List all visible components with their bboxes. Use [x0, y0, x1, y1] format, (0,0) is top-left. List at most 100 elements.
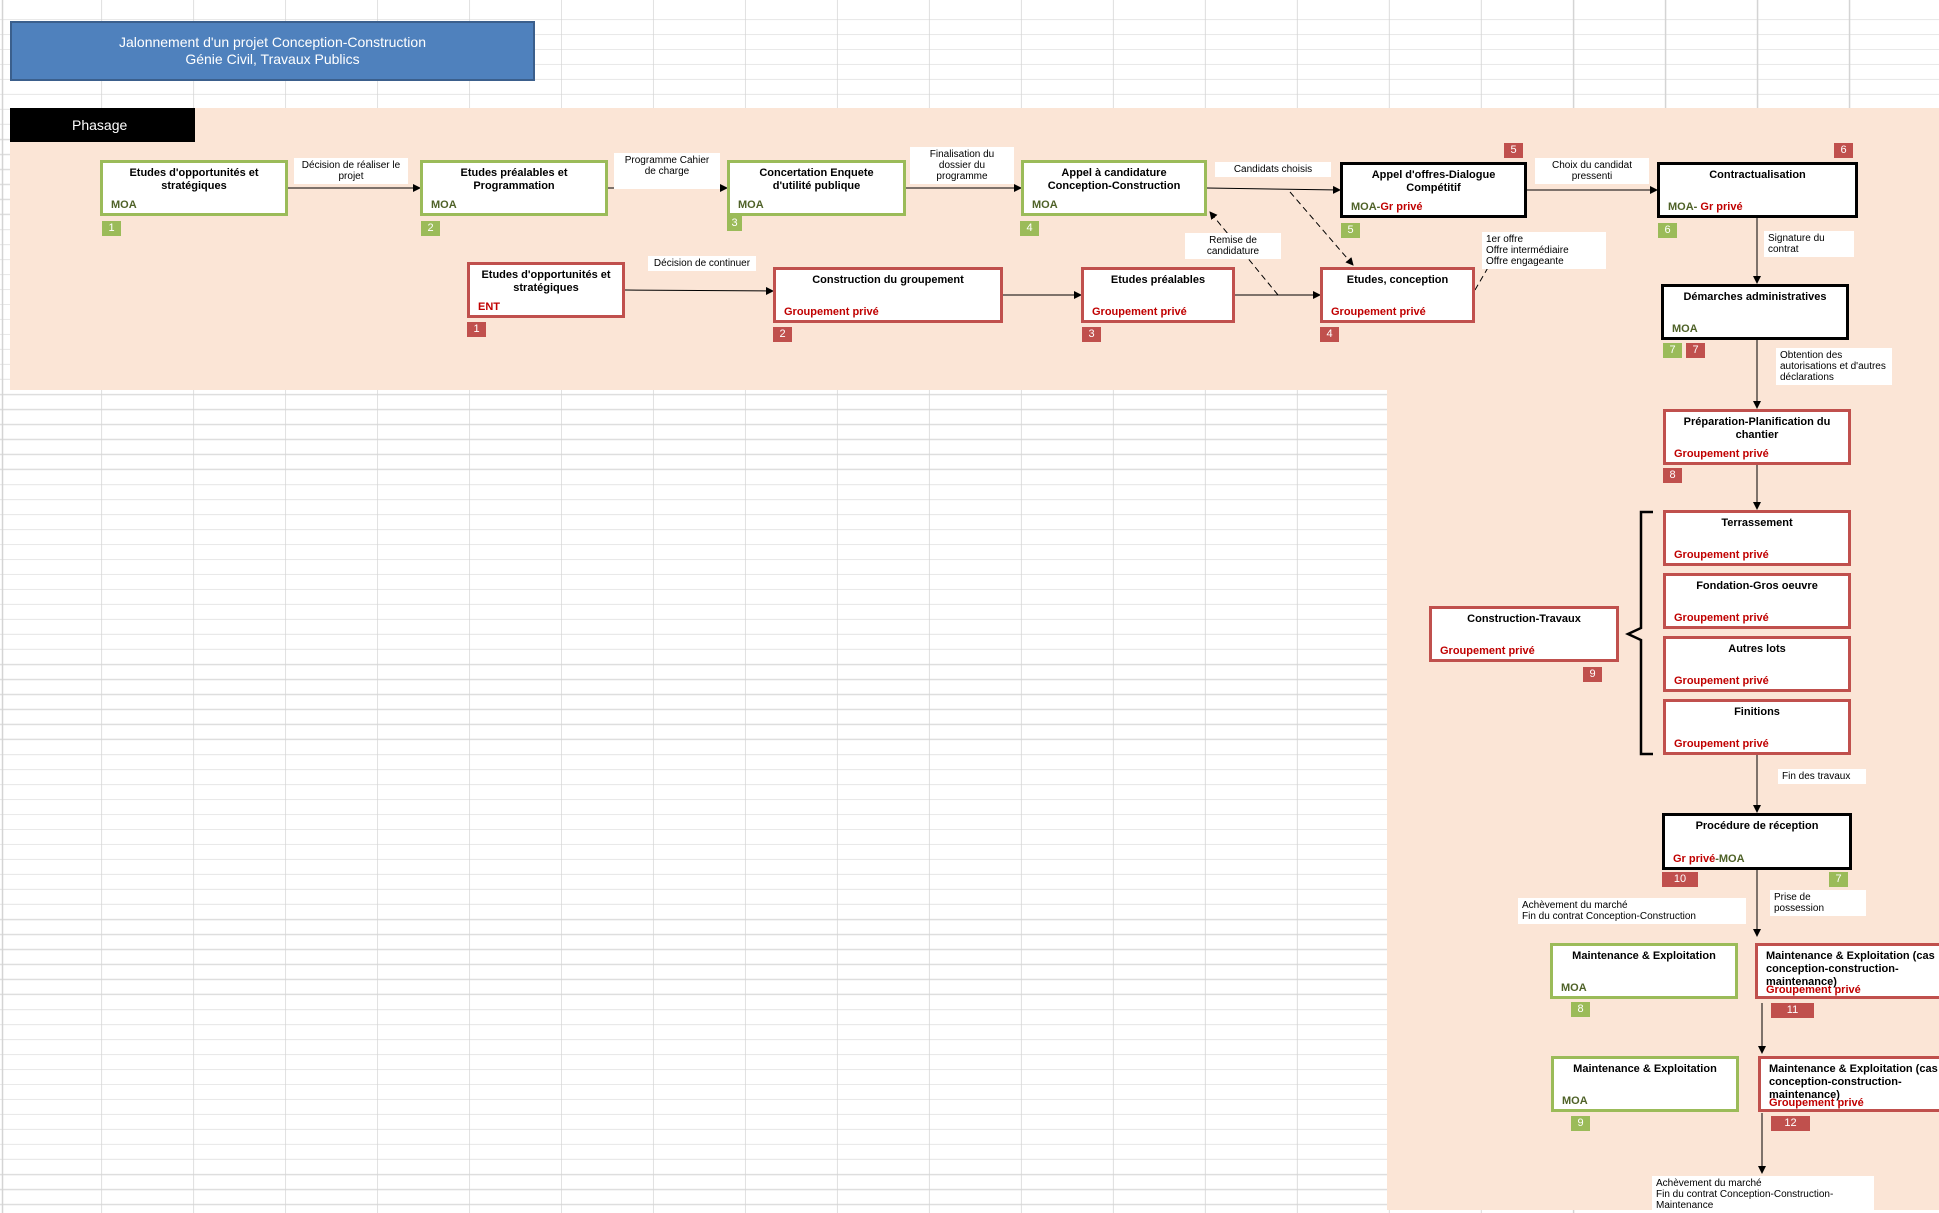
- box-preparation: Préparation-Planification du chantier Gr…: [1663, 409, 1851, 465]
- box-ent-4-title: Etudes, conception: [1346, 274, 1449, 286]
- box-ent-2: Construction du groupement Groupement pr…: [773, 267, 1003, 323]
- box-top-3: Concertation Enquete d'utilité publique …: [727, 160, 906, 216]
- label-finalisation: Finalisation du dossier du programme: [910, 147, 1014, 184]
- step-number: 5: [1341, 223, 1360, 238]
- box-preparation-title: Préparation-Planification du chantier: [1683, 416, 1831, 441]
- box-autres-lots-title: Autres lots: [1728, 643, 1786, 655]
- label-offres: 1er offre Offre intermédiaire Offre enga…: [1482, 232, 1606, 269]
- box-ent-3-title: Etudes préalables: [1110, 274, 1206, 286]
- box-fondation-title: Fondation-Gros oeuvre: [1696, 580, 1818, 592]
- label-continuer: Décision de continuer: [648, 256, 756, 271]
- step-number-private: 5: [1504, 143, 1523, 158]
- box-finitions: Finitions Groupement privé: [1663, 699, 1851, 755]
- label-achevement-2-line-2: Fin du contrat Conception-Construction-: [1656, 1189, 1834, 1200]
- box-ent-2-owner: Groupement privé: [784, 306, 879, 318]
- box-top-3-title: Concertation Enquete d'utilité publique: [759, 167, 874, 192]
- label-offres-line-1: 1er offre: [1486, 234, 1524, 245]
- owner-private: Gr privé: [1697, 201, 1743, 213]
- box-terrassement-title: Terrassement: [1721, 517, 1793, 529]
- box-top-4-title: Appel à candidature Conception-Construct…: [1047, 167, 1181, 192]
- label-achevement-2-line-3: Maintenance: [1656, 1200, 1714, 1211]
- box-ent-4: Etudes, conception Groupement privé: [1320, 267, 1475, 323]
- box-maintenance-2: Maintenance & Exploitation MOA: [1551, 1056, 1739, 1112]
- label-programme: Programme Cahier de charge: [614, 153, 720, 189]
- arrow-4-5: [1206, 185, 1341, 194]
- box-demarches-title: Démarches administratives: [1683, 291, 1827, 303]
- step-number: 10: [1662, 872, 1698, 887]
- box-fondation: Fondation-Gros oeuvre Groupement privé: [1663, 573, 1851, 629]
- label-decision: Décision de réaliser le projet: [294, 158, 408, 184]
- step-number: 1: [102, 221, 121, 236]
- box-top-1-owner: MOA: [111, 199, 137, 211]
- label-achevement-2: Achèvement du marché Fin du contrat Conc…: [1652, 1176, 1874, 1213]
- box-ent-2-title: Construction du groupement: [812, 274, 964, 286]
- step-number: 9: [1583, 667, 1602, 682]
- step-number: 3: [1082, 327, 1101, 342]
- step-number: 3: [727, 216, 742, 231]
- box-top-4-owner: MOA: [1032, 199, 1058, 211]
- box-reception-owner: Gr privé-MOA: [1673, 853, 1745, 866]
- box-finitions-owner: Groupement privé: [1674, 738, 1769, 750]
- box-reception-title: Procédure de réception: [1695, 820, 1819, 832]
- owner-moa: -MOA: [1715, 853, 1745, 865]
- arrow-e1-e2: [624, 286, 774, 295]
- step-number: 9: [1571, 1116, 1590, 1131]
- box-top-3-owner: MOA: [738, 199, 764, 211]
- box-maintenance-1-title: Maintenance & Exploitation: [1572, 950, 1716, 962]
- box-maintenance-1: Maintenance & Exploitation MOA: [1550, 943, 1738, 999]
- owner-moa: MOA-: [1668, 201, 1698, 213]
- box-demarches: Démarches administratives MOA: [1661, 284, 1849, 340]
- label-fin-travaux: Fin des travaux: [1778, 769, 1866, 784]
- step-number: 2: [421, 221, 440, 236]
- box-top-5-owner: MOA-Gr privé: [1351, 201, 1423, 214]
- box-maintenance-2b-owner: Groupement privé: [1769, 1097, 1864, 1109]
- label-offres-line-2: Offre intermédiaire: [1486, 245, 1569, 256]
- step-number-moa: 7: [1829, 872, 1848, 887]
- box-autres-lots: Autres lots Groupement privé: [1663, 636, 1851, 692]
- box-top-2-owner: MOA: [431, 199, 457, 211]
- step-number: 7: [1663, 343, 1682, 358]
- label-achevement-2-line-1: Achèvement du marché: [1656, 1178, 1762, 1189]
- box-top-4: Appel à candidature Conception-Construct…: [1021, 160, 1207, 216]
- box-ent-1-owner: ENT: [478, 301, 500, 313]
- box-terrassement-owner: Groupement privé: [1674, 549, 1769, 561]
- box-terrassement: Terrassement Groupement privé: [1663, 510, 1851, 566]
- box-construction-owner: Groupement privé: [1440, 645, 1535, 657]
- box-maintenance-2-title: Maintenance & Exploitation: [1573, 1063, 1717, 1075]
- box-top-6: Contractualisation MOA- Gr privé: [1657, 162, 1858, 218]
- box-reception: Procédure de réception Gr privé-MOA: [1662, 813, 1852, 870]
- owner-moa: MOA-: [1351, 201, 1381, 213]
- step-number-private: 6: [1834, 143, 1853, 158]
- box-autres-lots-owner: Groupement privé: [1674, 675, 1769, 687]
- step-number: 4: [1020, 221, 1039, 236]
- box-ent-3-owner: Groupement privé: [1092, 306, 1187, 318]
- label-offres-line-3: Offre engageante: [1486, 256, 1564, 267]
- box-top-6-title: Contractualisation: [1709, 169, 1806, 181]
- label-prise: Prise de possession: [1770, 890, 1866, 916]
- box-preparation-owner: Groupement privé: [1674, 448, 1769, 460]
- box-maintenance-2b: Maintenance & Exploitation (cas concepti…: [1758, 1056, 1939, 1112]
- step-number: 8: [1663, 468, 1682, 483]
- owner-private: Gr privé: [1673, 853, 1716, 865]
- step-number: 4: [1320, 327, 1339, 342]
- box-fondation-owner: Groupement privé: [1674, 612, 1769, 624]
- box-demarches-owner: MOA: [1672, 323, 1698, 335]
- step-number: 8: [1571, 1002, 1590, 1017]
- label-candidats: Candidats choisis: [1215, 162, 1331, 177]
- box-top-5: Appel d'offres-Dialogue Compétitif MOA-G…: [1340, 162, 1527, 218]
- box-ent-4-owner: Groupement privé: [1331, 306, 1426, 318]
- step-number: 12: [1771, 1116, 1810, 1131]
- box-top-6-owner: MOA- Gr privé: [1668, 201, 1743, 214]
- label-achevement-1-line-1: Achèvement du marché: [1522, 900, 1628, 911]
- box-ent-1-title: Etudes d'opportunités et stratégiques: [481, 269, 611, 294]
- box-top-2: Etudes préalables et Programmation MOA: [420, 160, 608, 216]
- step-number: 11: [1771, 1003, 1814, 1018]
- label-obtention: Obtention des autorisations et d'autres …: [1776, 348, 1892, 385]
- label-choix: Choix du candidat pressenti: [1535, 158, 1649, 184]
- box-ent-3: Etudes préalables Groupement privé: [1081, 267, 1235, 323]
- label-achevement-1-line-2: Fin du contrat Conception-Construction: [1522, 911, 1696, 922]
- box-top-1: Etudes d'opportunités et stratégiques MO…: [100, 160, 288, 216]
- box-construction-travaux: Construction-Travaux Groupement privé: [1429, 606, 1619, 662]
- box-top-1-title: Etudes d'opportunités et stratégiques: [129, 167, 259, 192]
- box-top-5-title: Appel d'offres-Dialogue Compétitif: [1371, 169, 1496, 194]
